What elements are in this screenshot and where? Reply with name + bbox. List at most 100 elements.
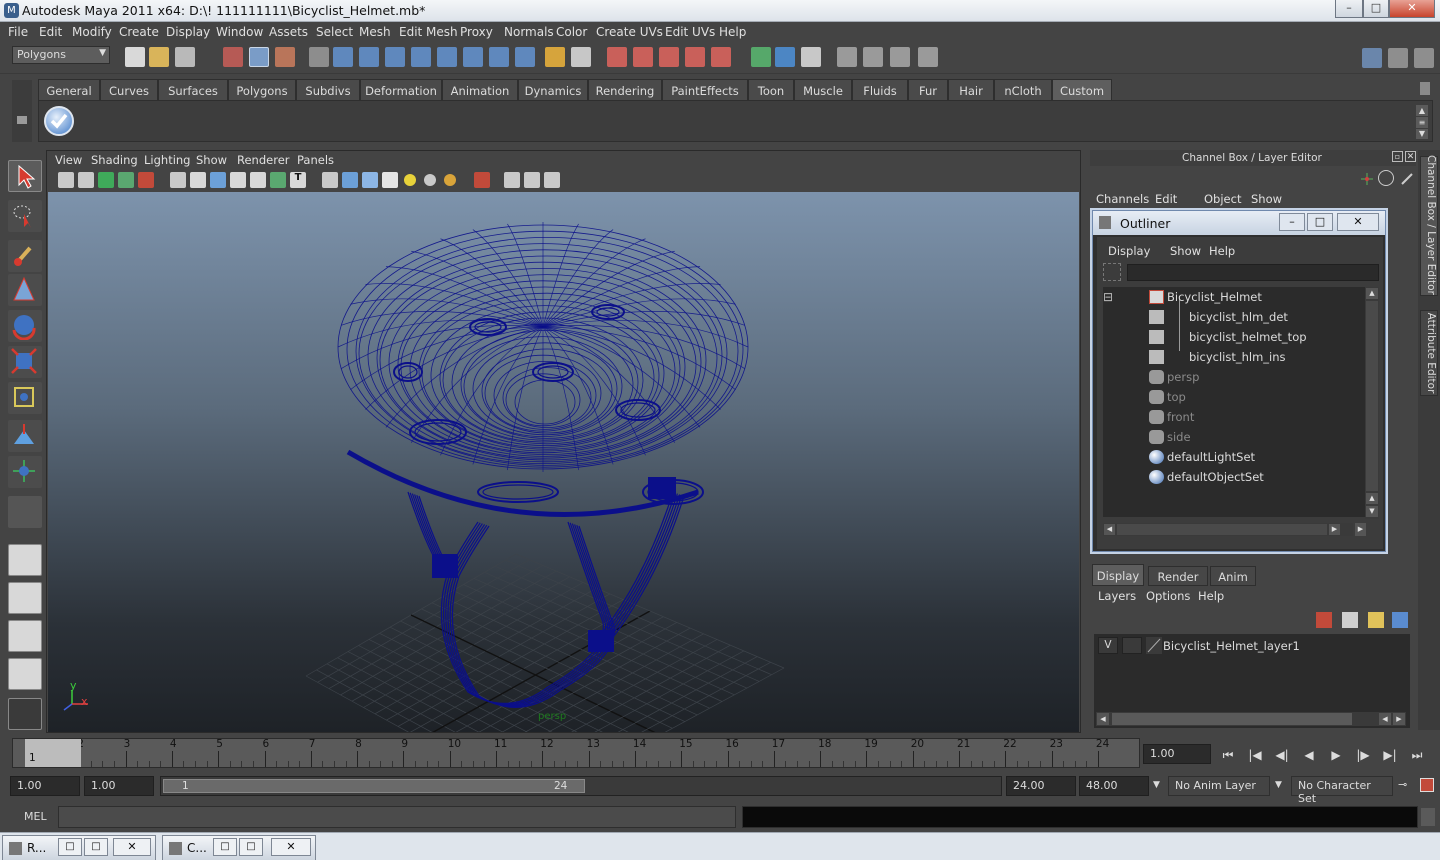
layer-options-menu[interactable]: Options — [1146, 589, 1190, 603]
outliner-close-button[interactable]: ✕ — [1337, 213, 1379, 231]
selection-mask-icon[interactable] — [309, 47, 329, 67]
paint-select-tool-icon[interactable] — [8, 240, 42, 272]
lock-selection-icon[interactable] — [545, 47, 565, 67]
chevron-down-icon[interactable]: ▼ — [1153, 780, 1160, 790]
last-tool-used-slot[interactable] — [8, 496, 42, 528]
hypershade-layout-icon[interactable] — [8, 698, 42, 730]
wireframe-on-shaded-icon[interactable] — [362, 172, 378, 188]
menu-help[interactable]: Help — [719, 25, 746, 39]
command-language-label[interactable]: MEL — [24, 810, 47, 823]
side-tab-attribute-editor[interactable]: Attribute Editor — [1420, 310, 1438, 396]
viewport-menu-shading[interactable]: Shading — [91, 153, 138, 167]
select-deformations-icon[interactable] — [437, 47, 457, 67]
channels-menu[interactable]: Channels — [1096, 192, 1149, 206]
auto-keyframe-toggle-icon[interactable] — [1420, 778, 1434, 792]
viewport-menu-renderer[interactable]: Renderer — [237, 153, 290, 167]
menu-window[interactable]: Window — [216, 25, 263, 39]
select-by-hierarchy-icon[interactable] — [223, 47, 243, 67]
outliner-display-menu[interactable]: Display — [1108, 244, 1150, 258]
new-scene-icon[interactable] — [125, 47, 145, 67]
show-hide-attribute-editor-icon[interactable] — [1414, 48, 1434, 68]
scroll-up-arrow-icon[interactable]: ▲ — [1366, 493, 1378, 504]
channel-edit-menu[interactable]: Edit — [1155, 192, 1177, 206]
auto-key-arrow-icon[interactable]: ⊸ — [1398, 778, 1407, 791]
shelf-handle[interactable] — [12, 80, 32, 142]
2d-pan-zoom-icon[interactable] — [138, 172, 154, 188]
make-live-icon[interactable] — [711, 47, 731, 67]
scroll-right-arrow-icon[interactable]: ▶ — [1393, 713, 1405, 725]
isolate-select-icon[interactable] — [474, 172, 490, 188]
menu-select[interactable]: Select — [316, 25, 353, 39]
construction-history-icon[interactable] — [775, 47, 795, 67]
menu-modify[interactable]: Modify — [72, 25, 112, 39]
shelf-scroll-arrows[interactable]: ▲ ≡ ▼ — [1416, 105, 1428, 139]
command-input[interactable] — [58, 806, 736, 828]
move-layer-down-icon[interactable] — [1342, 612, 1358, 628]
menu-edit-mesh[interactable]: Edit Mesh — [399, 25, 458, 39]
scroll-thumb[interactable] — [1366, 301, 1378, 491]
shadows-icon[interactable] — [444, 174, 456, 186]
outliner-show-menu[interactable]: Show — [1170, 244, 1201, 258]
step-back-frame-icon[interactable]: ◀| — [1270, 745, 1294, 765]
render-current-frame-icon[interactable] — [837, 47, 857, 67]
show-hide-channel-box-icon[interactable] — [1362, 48, 1382, 68]
trash-icon[interactable] — [1420, 82, 1430, 95]
range-slider[interactable]: 1 24 — [160, 776, 1002, 796]
menu-assets[interactable]: Assets — [269, 25, 308, 39]
scroll-left-arrow-icon[interactable]: ◀ — [1097, 713, 1109, 725]
tab-subdivs[interactable]: Subdivs — [296, 79, 360, 100]
channel-box-layout-icon[interactable] — [1360, 172, 1374, 186]
render-view-icon[interactable] — [801, 47, 821, 67]
menu-edit[interactable]: Edit — [39, 25, 62, 39]
menu-create[interactable]: Create — [119, 25, 159, 39]
layer-type-toggle[interactable] — [1122, 637, 1142, 654]
arrow-up-icon[interactable]: ▲ — [1416, 105, 1428, 116]
current-frame-indicator[interactable]: 1 — [25, 739, 81, 767]
checkmark-shelf-icon[interactable] — [44, 106, 74, 136]
snap-to-curve-icon[interactable] — [633, 47, 653, 67]
create-empty-layer-icon[interactable] — [1368, 612, 1384, 628]
select-by-component-icon[interactable] — [275, 47, 295, 67]
arrow-down-icon[interactable]: ▼ — [1416, 129, 1428, 139]
select-rendering-icon[interactable] — [489, 47, 509, 67]
scroll-thumb[interactable] — [1117, 524, 1327, 535]
menu-proxy[interactable]: Proxy — [460, 25, 493, 39]
tab-fur[interactable]: Fur — [908, 79, 948, 100]
outliner-item-default-light-set[interactable]: defaultLightSet — [1103, 447, 1358, 467]
tab-deformation[interactable]: Deformation — [360, 79, 442, 100]
tab-general[interactable]: General — [38, 79, 100, 100]
scroll-right-arrow-icon[interactable]: ▶ — [1329, 524, 1340, 535]
tab-animation[interactable]: Animation — [442, 79, 518, 100]
layer-horizontal-scrollbar[interactable]: ◀ ◀ ▶ — [1096, 712, 1406, 726]
select-by-object-icon[interactable] — [249, 47, 269, 67]
menu-mesh[interactable]: Mesh — [359, 25, 391, 39]
xray-icon[interactable] — [504, 172, 520, 188]
safe-title-icon[interactable]: T — [290, 172, 306, 188]
tab-anim-layers[interactable]: Anim — [1210, 566, 1256, 586]
scroll-down-arrow-icon[interactable]: ▼ — [1366, 506, 1378, 517]
ipr-render-icon[interactable] — [863, 47, 883, 67]
hardware-texturing-icon[interactable] — [544, 172, 560, 188]
highlight-selection-icon[interactable] — [571, 47, 591, 67]
channel-show-menu[interactable]: Show — [1251, 192, 1282, 206]
animation-end-field[interactable]: 48.00 — [1079, 776, 1149, 796]
outliner-item-side[interactable]: side — [1103, 427, 1358, 447]
minimized-window-render[interactable]: R... □ □ ✕ — [2, 835, 156, 860]
smooth-shade-all-icon[interactable] — [342, 172, 358, 188]
close-panel-icon[interactable]: ✕ — [1405, 151, 1416, 162]
outliner-help-menu[interactable]: Help — [1209, 244, 1235, 258]
maximize-button[interactable]: □ — [1363, 0, 1389, 18]
select-joints-icon[interactable] — [359, 47, 379, 67]
single-perspective-layout-icon[interactable] — [8, 544, 42, 576]
outliner-item-bicyclist-helmet-top[interactable]: bicyclist_helmet_top — [1103, 327, 1358, 347]
tab-polygons[interactable]: Polygons — [228, 79, 296, 100]
viewport-menu-view[interactable]: View — [55, 153, 82, 167]
minimized-window-c[interactable]: C... □ □ ✕ — [162, 835, 316, 860]
float-panel-icon[interactable]: ▫ — [1392, 151, 1403, 162]
soft-modification-icon[interactable] — [8, 420, 42, 452]
film-gate-icon[interactable] — [190, 172, 206, 188]
menu-create-uvs[interactable]: Create UVs — [596, 25, 663, 39]
shelf-menu-arrow-icon[interactable]: ≡ — [1416, 117, 1428, 128]
outliner-filter-icon[interactable] — [1103, 263, 1121, 281]
menu-color[interactable]: Color — [556, 25, 587, 39]
